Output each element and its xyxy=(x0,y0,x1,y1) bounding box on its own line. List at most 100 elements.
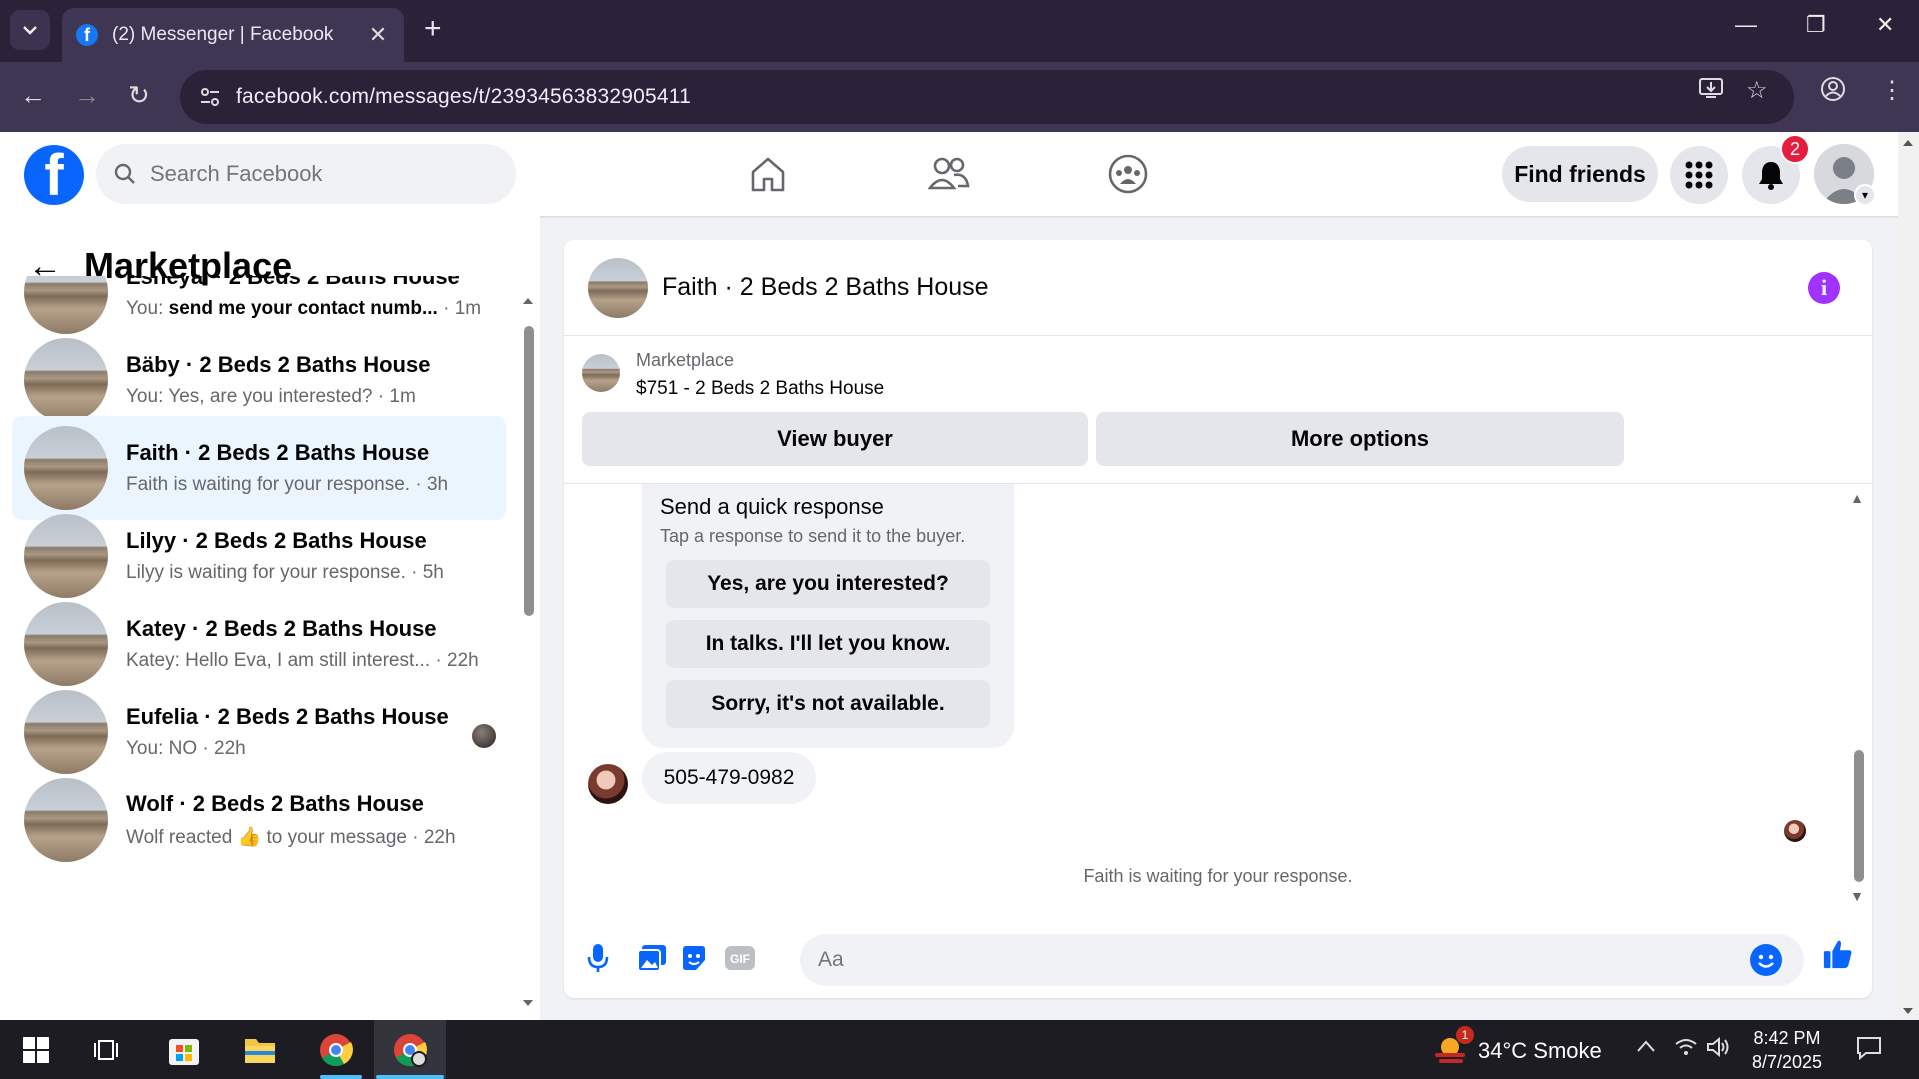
restore-button[interactable]: ❐ xyxy=(1806,12,1826,38)
search-input[interactable] xyxy=(148,160,448,188)
listing-thumbnail xyxy=(24,690,108,774)
account-chevron-down-icon[interactable]: ▾ xyxy=(1854,184,1876,206)
page-scrollbar[interactable] xyxy=(1898,132,1919,1020)
url-text: facebook.com/messages/t/2393456383290541… xyxy=(236,85,691,108)
listing-price[interactable]: $751 - 2 Beds 2 Baths House xyxy=(636,378,884,400)
gif-icon[interactable]: GIF xyxy=(724,942,756,974)
thread-name: Wolf · 2 Beds 2 Baths House xyxy=(126,791,424,816)
waiting-status: Faith is waiting for your response. xyxy=(1083,866,1353,886)
quick-response-option[interactable]: Sorry, it's not available. xyxy=(666,680,990,728)
thread-list: Esheyal · 2 Beds 2 Baths House You: send… xyxy=(10,276,506,1020)
thread-snippet: You: Yes, are you interested? · 1m xyxy=(126,386,416,407)
like-thumb-icon[interactable] xyxy=(1822,938,1854,970)
site-settings-icon[interactable] xyxy=(198,85,222,109)
thread-name: Faith · 2 Beds 2 Baths House xyxy=(126,440,430,465)
browser-toolbar: ← → ↻ facebook.com/messages/t/2393456383… xyxy=(0,62,1919,132)
facebook-favicon-icon: f xyxy=(76,24,98,46)
thread-list-scroll-thumb[interactable] xyxy=(524,326,534,616)
message-input-box[interactable] xyxy=(800,934,1804,986)
tab-close-icon[interactable]: ✕ xyxy=(366,22,390,48)
chrome-icon[interactable] xyxy=(314,1028,358,1072)
task-view-icon[interactable] xyxy=(86,1028,130,1072)
thread-name: Katey · 2 Beds 2 Baths House xyxy=(126,616,437,641)
photo-icon[interactable] xyxy=(636,942,668,974)
thread-snippet: Faith is waiting for your response. · 3h xyxy=(126,474,449,495)
thread-name: Eufelia · 2 Beds 2 Baths House xyxy=(126,704,449,729)
listing-thumbnail xyxy=(24,426,108,510)
volume-icon[interactable] xyxy=(1706,1036,1730,1064)
weather-icon[interactable]: 1 xyxy=(1428,1026,1474,1072)
windows-taskbar: 1 34°C Smoke 8:42 PM 8/7/2025 xyxy=(0,1020,1919,1079)
conversation-panel: Faith · 2 Beds 2 Baths House i Marketpla… xyxy=(564,240,1872,998)
listing-thumbnail xyxy=(24,276,108,334)
windows-start-icon[interactable] xyxy=(14,1028,58,1072)
bookmark-star-icon[interactable]: ☆ xyxy=(1746,76,1768,105)
browser-menu-icon[interactable]: ⋮ xyxy=(1880,76,1904,105)
new-tab-button[interactable]: + xyxy=(424,14,442,44)
forward-icon[interactable]: → xyxy=(74,80,100,110)
wifi-icon[interactable] xyxy=(1674,1036,1698,1064)
thread-name: Lilyy · 2 Beds 2 Baths House xyxy=(126,528,427,553)
home-icon[interactable] xyxy=(746,152,790,196)
weather-alert-badge: 1 xyxy=(1456,1026,1474,1044)
thread-name: Esheyal · 2 Beds 2 Baths House xyxy=(126,276,460,289)
clock-date: 8/7/2025 xyxy=(1751,1052,1823,1072)
microsoft-store-icon[interactable] xyxy=(162,1028,206,1072)
chat-scroll-up-icon[interactable]: ▲ xyxy=(1850,490,1864,506)
thread-wolf[interactable]: Wolf · 2 Beds 2 Baths House Wolf reacted… xyxy=(12,768,506,872)
chat-scroll-thumb[interactable] xyxy=(1854,750,1864,882)
message-bubble[interactable]: 505-479-0982 xyxy=(642,752,816,804)
system-clock[interactable]: 8:42 PM 8/7/2025 xyxy=(1740,1026,1834,1074)
conversation-title[interactable]: Faith · 2 Beds 2 Baths House xyxy=(662,273,989,302)
conversation-avatar[interactable] xyxy=(588,257,648,318)
thread-snippet: Wolf reacted 👍 to your message · 22h xyxy=(126,827,456,848)
tab-search-button[interactable] xyxy=(10,10,50,50)
emoji-icon[interactable] xyxy=(1750,944,1782,976)
view-buyer-button[interactable]: View buyer xyxy=(582,412,1088,466)
quick-response-subtitle: Tap a response to send it to the buyer. xyxy=(660,526,966,546)
file-explorer-icon[interactable] xyxy=(238,1028,282,1072)
chat-scroll-down-icon[interactable]: ▼ xyxy=(1850,888,1864,904)
sticker-icon[interactable] xyxy=(678,942,710,974)
weather-text[interactable]: 34°C Smoke xyxy=(1478,1038,1602,1064)
quick-response-card: Send a quick response Tap a response to … xyxy=(642,484,1014,748)
minimize-button[interactable]: — xyxy=(1735,12,1757,38)
notification-center-icon[interactable] xyxy=(1856,1036,1882,1066)
thread-snippet: You: send me your contact numb... · 1m xyxy=(126,298,482,319)
menu-grid-icon[interactable] xyxy=(1670,146,1728,204)
find-friends-button[interactable]: Find friends xyxy=(1502,146,1658,202)
more-options-button[interactable]: More options xyxy=(1096,412,1624,466)
info-icon[interactable]: i xyxy=(1808,272,1840,304)
groups-icon[interactable] xyxy=(1106,152,1150,196)
quick-response-option[interactable]: In talks. I'll let you know. xyxy=(666,620,990,668)
install-app-icon[interactable] xyxy=(1698,76,1724,105)
svg-text:GIF: GIF xyxy=(730,952,750,966)
message-input[interactable] xyxy=(816,944,1716,976)
browser-tab-bar: f (2) Messenger | Facebook ✕ + — ❐ ✕ xyxy=(0,0,1919,62)
tab-title: (2) Messenger | Facebook xyxy=(112,24,334,45)
thread-snippet: You: NO · 22h xyxy=(126,738,246,759)
quick-response-option[interactable]: Yes, are you interested? xyxy=(666,560,990,608)
listing-thumbnail xyxy=(24,514,108,598)
microphone-icon[interactable] xyxy=(582,942,614,974)
message-composer: GIF xyxy=(564,920,1872,998)
listing-thumbnail xyxy=(24,778,108,862)
close-window-button[interactable]: ✕ xyxy=(1876,12,1894,38)
tray-chevron-up-icon[interactable] xyxy=(1636,1036,1656,1059)
facebook-logo-icon[interactable]: f xyxy=(24,145,84,205)
buyer-avatar[interactable] xyxy=(588,764,628,804)
seen-avatar xyxy=(1784,820,1806,842)
browser-tab[interactable]: f (2) Messenger | Facebook ✕ xyxy=(62,8,404,62)
friends-icon[interactable] xyxy=(927,152,971,196)
chrome-profile-icon[interactable] xyxy=(388,1028,432,1072)
address-bar[interactable]: facebook.com/messages/t/2393456383290541… xyxy=(180,70,1794,124)
search-box[interactable] xyxy=(96,144,516,204)
conversation-header: Faith · 2 Beds 2 Baths House i xyxy=(564,240,1872,336)
profile-icon[interactable] xyxy=(1820,76,1846,107)
search-icon xyxy=(114,163,135,184)
listing-thumbnail xyxy=(24,602,108,686)
reload-icon[interactable]: ↻ xyxy=(128,80,150,110)
thread-name: Bäby · 2 Beds 2 Baths House xyxy=(126,352,431,377)
back-icon[interactable]: ← xyxy=(20,80,46,110)
thread-snippet: Katey: Hello Eva, I am still interest...… xyxy=(126,650,479,671)
